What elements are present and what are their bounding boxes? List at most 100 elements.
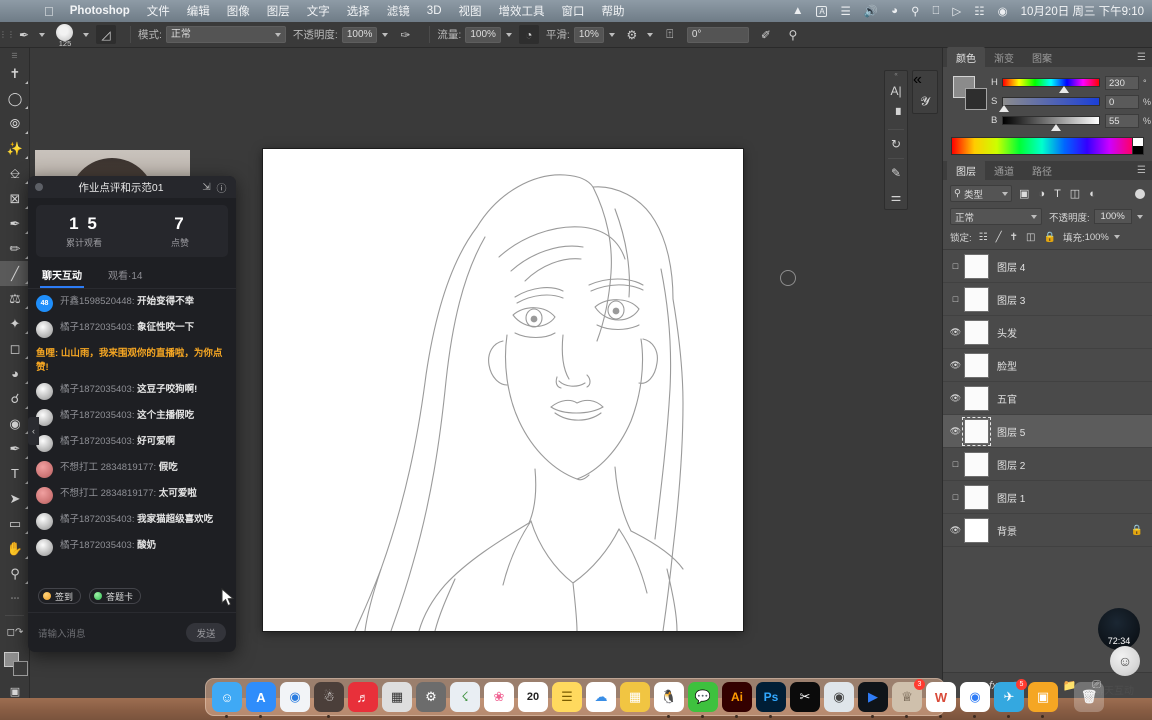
document-artboard[interactable] bbox=[263, 149, 743, 632]
type-tool[interactable]: T bbox=[0, 461, 30, 486]
layer-thumbnail[interactable] bbox=[964, 253, 989, 279]
search-icon[interactable]: ⚲ bbox=[911, 4, 919, 18]
character-panel-icon[interactable]: A| bbox=[885, 79, 907, 103]
answer-card-button[interactable]: 答题卡 bbox=[89, 588, 142, 604]
dock-item-safari[interactable]: ◉ bbox=[280, 682, 310, 712]
crop-tool[interactable]: ⎒ bbox=[0, 161, 30, 186]
chat-message-input[interactable]: 请输入消息 bbox=[38, 626, 186, 640]
send-button[interactable]: 发送 bbox=[186, 623, 226, 642]
brightness-value[interactable]: 55 bbox=[1105, 113, 1139, 128]
layer-thumbnail[interactable] bbox=[964, 385, 989, 411]
type-filter-icon[interactable]: T bbox=[1054, 188, 1061, 200]
marquee-tool[interactable]: ◯ bbox=[0, 86, 30, 111]
saturation-value[interactable]: 0 bbox=[1105, 94, 1139, 109]
dock-item-capcut[interactable]: ✂ bbox=[790, 682, 820, 712]
table-row[interactable]: □ 图层 1 bbox=[943, 481, 1152, 514]
move-tool[interactable]: ✝ bbox=[0, 61, 30, 86]
panel-menu-icon[interactable]: ☰ bbox=[1137, 165, 1146, 176]
dodge-tool[interactable]: ◉ bbox=[0, 411, 30, 436]
saturation-slider-track[interactable] bbox=[999, 97, 1100, 112]
brush-size-preview[interactable]: 125 bbox=[52, 23, 89, 48]
smoothing-group[interactable]: 平滑: 10% bbox=[546, 26, 615, 43]
dock-item-photos[interactable]: ❀ bbox=[484, 682, 514, 712]
menu-item-filter[interactable]: 滤镜 bbox=[387, 3, 410, 19]
angle-field[interactable]: 0° bbox=[686, 26, 749, 43]
flow-value[interactable]: 100% bbox=[465, 26, 501, 43]
brightness-slider-row[interactable]: B 55 % bbox=[991, 112, 1152, 131]
dock-item-baidu-netdisk[interactable]: ☁ bbox=[586, 682, 616, 712]
frame-tool[interactable]: ⊠ bbox=[0, 186, 30, 211]
dock-item-calculator[interactable]: ▦ bbox=[382, 682, 412, 712]
adjustment-filter-icon[interactable]: ◑ bbox=[1038, 188, 1045, 200]
wifi-icon[interactable]: ◕ bbox=[891, 5, 898, 17]
floating-video-bubble[interactable]: 72:34 bbox=[1098, 608, 1140, 650]
eraser-tool[interactable]: ◻ bbox=[0, 336, 30, 361]
layer-visibility-toggle[interactable]: 👁 bbox=[947, 327, 964, 338]
table-row[interactable]: 👁 图层 5 bbox=[943, 415, 1152, 448]
table-row[interactable]: 👁 头发 bbox=[943, 316, 1152, 349]
menu-item-select[interactable]: 选择 bbox=[347, 3, 370, 19]
layer-visibility-toggle[interactable]: □ bbox=[947, 261, 964, 271]
gear-icon[interactable]: ⚙ bbox=[622, 25, 653, 44]
siri-icon[interactable]: ◉ bbox=[998, 4, 1008, 18]
menu-item-file[interactable]: 文件 bbox=[147, 3, 170, 19]
control-center-icon[interactable]: ☷ bbox=[974, 4, 984, 18]
tab-viewers[interactable]: 观看·14 bbox=[108, 265, 142, 288]
dropbox-icon[interactable]: ▲ bbox=[792, 5, 803, 17]
symmetry-butterfly-icon[interactable]: ⚲ bbox=[783, 25, 803, 44]
menubar-clock[interactable]: 10月20日 周三 下午9:10 bbox=[1021, 3, 1144, 19]
chat-panel-header[interactable]: 作业点评和示范01 ⇲ ⓘ bbox=[28, 176, 236, 198]
dock-item-system-preferences[interactable]: ⚙ bbox=[416, 682, 446, 712]
table-row[interactable]: 👁 背景 🔒 bbox=[943, 514, 1152, 547]
healing-brush-tool[interactable]: ✏ bbox=[0, 236, 30, 261]
live-chat-panel[interactable]: 作业点评和示范01 ⇲ ⓘ 1 5 累计观看 7 点赞 聊天互动 观看·14 4… bbox=[28, 176, 236, 652]
rectangle-tool[interactable]: ▭ bbox=[0, 511, 30, 536]
dock-item-classin[interactable]: ♕ 3 bbox=[892, 679, 925, 718]
swap-colors-icon[interactable]: ◻↷ bbox=[0, 620, 30, 645]
brush-presets-icon[interactable]: ⚌ bbox=[885, 185, 907, 209]
background-color-swatch[interactable] bbox=[965, 88, 987, 110]
dock-item-office[interactable]: ▦ bbox=[620, 682, 650, 712]
airbrush-icon[interactable]: ◔ bbox=[518, 25, 539, 44]
dock-item-chrome[interactable]: ◉ bbox=[960, 682, 990, 718]
menu-item-plugins[interactable]: 增效工具 bbox=[499, 3, 545, 19]
color-spectrum-ramp[interactable] bbox=[951, 137, 1144, 155]
brightness-slider-thumb[interactable] bbox=[1051, 124, 1061, 131]
tab-layers[interactable]: 图层 bbox=[947, 160, 985, 181]
dock-item-wechat[interactable]: 💬 bbox=[688, 682, 718, 718]
hue-slider-row[interactable]: H 230 ° bbox=[991, 74, 1152, 93]
glyphs-panel-icon[interactable]: 𝓨 bbox=[913, 89, 937, 113]
saturation-slider-row[interactable]: S 0 % bbox=[991, 93, 1152, 112]
toolbar-grip[interactable]: ☰ bbox=[0, 52, 29, 61]
dock-item-alfred[interactable]: ☃ bbox=[314, 682, 344, 718]
collapse-icon[interactable]: ⇲ bbox=[199, 182, 214, 193]
path-selection-tool[interactable]: ➤ bbox=[0, 486, 30, 511]
layer-thumbnail[interactable] bbox=[964, 286, 989, 312]
spectrum-white[interactable] bbox=[1133, 138, 1143, 146]
opacity-value[interactable]: 100% bbox=[341, 26, 378, 43]
layer-visibility-toggle[interactable]: □ bbox=[947, 492, 964, 502]
layer-visibility-toggle[interactable]: 👁 bbox=[947, 525, 964, 536]
brightness-slider-track[interactable] bbox=[1002, 116, 1100, 131]
menu-item-layer[interactable]: 图层 bbox=[267, 3, 290, 19]
spectrum-white-black[interactable] bbox=[1133, 137, 1144, 155]
menu-app-name[interactable]: Photoshop bbox=[70, 5, 130, 17]
menu-item-image[interactable]: 图像 bbox=[227, 3, 250, 19]
hand-tool[interactable]: ✋ bbox=[0, 536, 30, 561]
angle-value[interactable]: 0° bbox=[686, 26, 749, 43]
magic-wand-tool[interactable]: ✨ bbox=[0, 136, 30, 161]
zoom-tool[interactable]: ⚲ bbox=[0, 561, 30, 586]
window-dot-icon[interactable] bbox=[35, 183, 43, 191]
help-icon[interactable]: ⓘ bbox=[214, 180, 229, 195]
gradient-tool[interactable]: ◕ bbox=[0, 361, 30, 386]
dock-item-xmind[interactable]: ☇ bbox=[450, 682, 480, 712]
layer-opacity-value[interactable]: 100% bbox=[1093, 209, 1132, 224]
color-panel-swatches[interactable] bbox=[951, 76, 989, 112]
layer-filter-toggle[interactable] bbox=[1135, 188, 1145, 199]
brush-tool-icon[interactable]: ✒ bbox=[14, 25, 45, 44]
dock-item-meeting[interactable]: ▣ bbox=[1028, 682, 1058, 718]
layer-thumbnail[interactable] bbox=[964, 451, 989, 477]
lock-all-icon[interactable]: 🔒 bbox=[1043, 232, 1055, 243]
hue-value[interactable]: 230 bbox=[1105, 75, 1139, 90]
panel-menu-icon[interactable]: ☰ bbox=[1137, 52, 1146, 63]
